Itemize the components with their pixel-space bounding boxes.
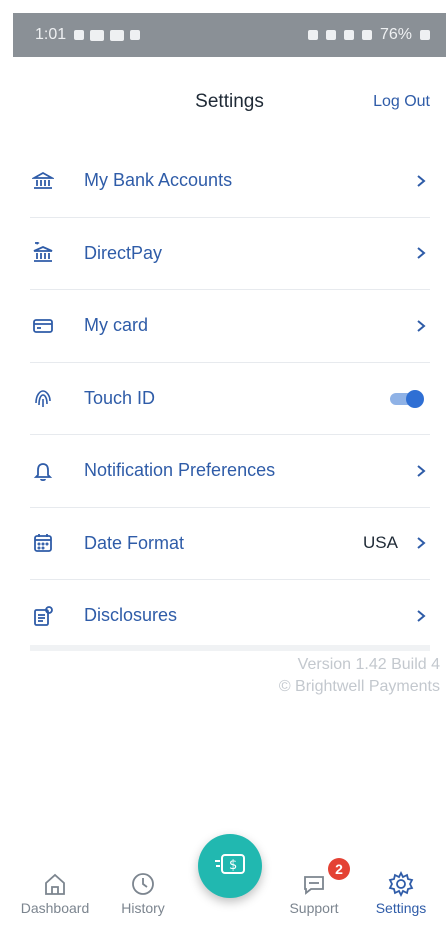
toggle-knob <box>406 390 424 409</box>
alarm-icon <box>307 30 318 40</box>
status-bar: 1:01 76% <box>13 13 446 57</box>
settings-item-label: Date Format <box>84 532 185 553</box>
mute-icon <box>325 30 336 40</box>
status-notification-icons <box>74 29 141 41</box>
settings-item-date-format[interactable]: Date Format USA <box>30 508 430 580</box>
nav-label: Support <box>289 900 339 916</box>
dots-icon <box>130 30 141 40</box>
support-badge: 2 <box>328 858 350 880</box>
chevron-right-icon <box>414 536 428 550</box>
bell-icon <box>32 460 54 482</box>
battery-percent: 76% <box>379 26 412 43</box>
settings-item-touch-id: Touch ID <box>30 363 430 435</box>
data-icon <box>343 30 354 40</box>
bank-icon <box>32 170 54 192</box>
document-icon <box>32 605 54 627</box>
nav-label: History <box>121 900 165 916</box>
send-money-button[interactable]: $ <box>198 834 262 898</box>
nav-item-dashboard[interactable]: Dashboard <box>15 870 95 916</box>
fingerprint-icon <box>32 387 54 409</box>
nav-label: Dashboard <box>20 900 90 916</box>
list-divider <box>30 645 430 651</box>
nav-item-settings[interactable]: Settings <box>361 870 441 916</box>
settings-item-label: Notification Preferences <box>84 460 276 481</box>
chevron-right-icon <box>414 246 428 260</box>
svg-text:$: $ <box>229 858 237 873</box>
settings-item-label: DirectPay <box>84 242 163 263</box>
settings-item-label: My card <box>84 315 149 336</box>
settings-item-label: Touch ID <box>84 387 156 408</box>
chevron-right-icon <box>414 464 428 478</box>
touch-id-toggle[interactable] <box>390 390 424 409</box>
battery-icon <box>420 30 430 40</box>
video-icon <box>90 29 105 41</box>
home-icon <box>41 870 69 898</box>
nav-label: Settings <box>375 900 427 916</box>
settings-item-directpay[interactable]: DirectPay <box>30 218 430 290</box>
settings-item-my-card[interactable]: My card <box>30 290 430 363</box>
settings-item-label: Disclosures <box>84 605 178 626</box>
nav-item-history[interactable]: History <box>103 870 183 916</box>
chevron-right-icon <box>414 319 428 333</box>
settings-screen: 1:01 76% Settings Log Out My Bank Accoun… <box>0 0 446 928</box>
settings-item-bank-accounts[interactable]: My Bank Accounts <box>30 145 430 218</box>
card-icon <box>32 315 54 337</box>
settings-list: My Bank Accounts DirectPay My card Touch… <box>30 145 430 652</box>
signal-icon <box>361 30 372 40</box>
chevron-right-icon <box>414 174 428 188</box>
copyright-text: © Brightwell Payments <box>278 678 440 695</box>
chevron-right-icon <box>414 609 428 623</box>
history-icon <box>129 870 157 898</box>
bank-transfer-icon <box>32 242 54 264</box>
send-money-icon: $ <box>213 852 247 881</box>
settings-item-disclosures[interactable]: Disclosures <box>30 580 430 652</box>
gear-icon <box>387 870 415 898</box>
status-system-icons: 76% <box>307 26 430 44</box>
version-text: Version 1.42 Build 4 <box>297 656 440 673</box>
version-info: Version 1.42 Build 4 © Brightwell Paymen… <box>279 654 440 698</box>
calendar-icon <box>32 532 54 554</box>
settings-item-notification-preferences[interactable]: Notification Preferences <box>30 435 430 508</box>
date-format-value: USA <box>363 533 398 553</box>
logout-button[interactable]: Log Out <box>373 93 430 111</box>
chat-icon <box>300 870 328 898</box>
image-icon <box>110 29 125 41</box>
header: Settings Log Out <box>13 57 446 145</box>
carrier-icon <box>74 30 85 40</box>
status-time: 1:01 <box>35 26 67 43</box>
settings-item-label: My Bank Accounts <box>84 170 233 191</box>
